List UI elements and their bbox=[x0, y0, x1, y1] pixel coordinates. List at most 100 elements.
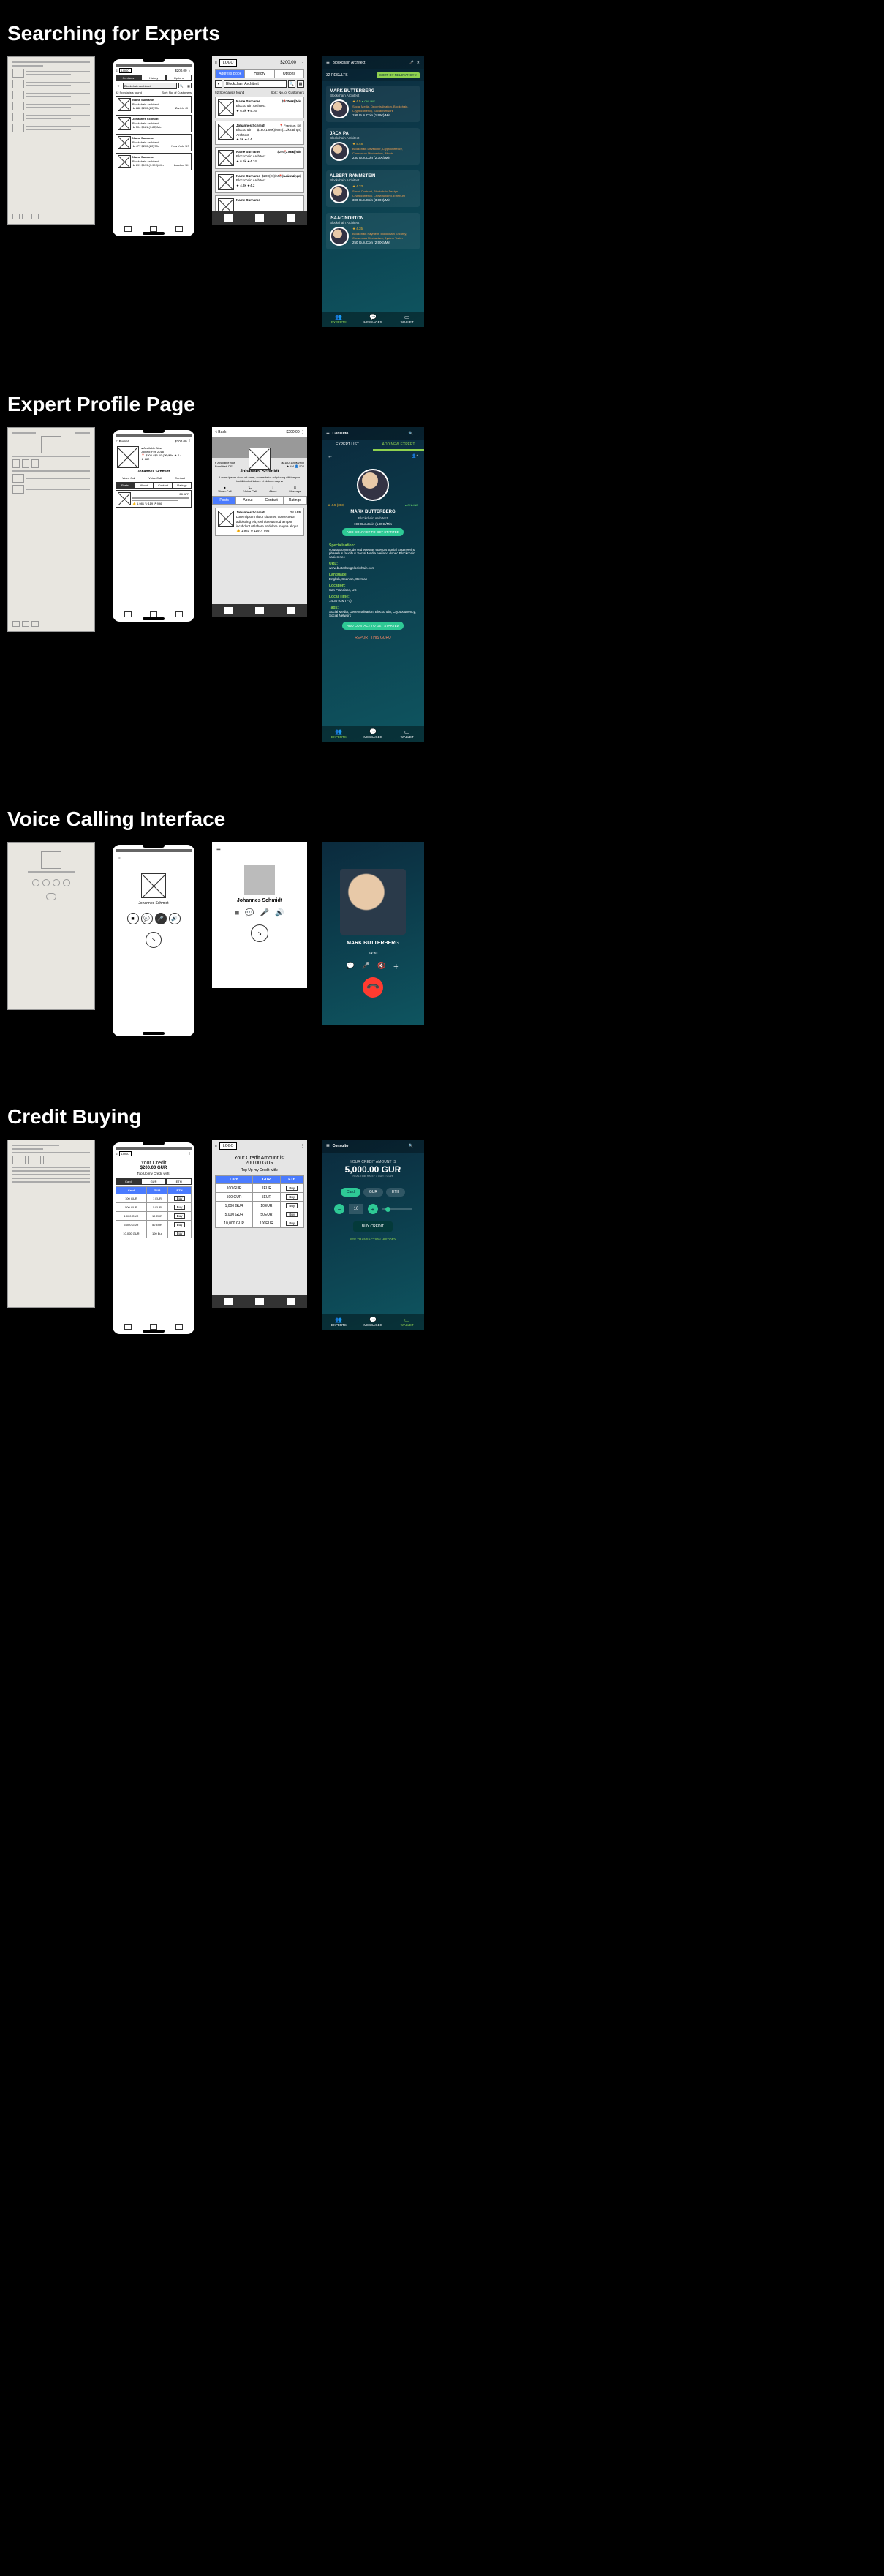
tab-contact[interactable]: Contact bbox=[154, 482, 173, 489]
menu-icon[interactable]: ≡ bbox=[326, 1143, 330, 1149]
tab-posts[interactable]: Posts bbox=[213, 497, 236, 504]
col-eth[interactable]: ETH bbox=[280, 1176, 303, 1184]
nav-chat-icon[interactable] bbox=[224, 1298, 233, 1305]
tab-card[interactable]: Card bbox=[116, 1178, 141, 1185]
menu-icon[interactable]: ≡ bbox=[116, 69, 118, 72]
expert-card[interactable]: Name Surname bbox=[215, 195, 304, 211]
video-icon[interactable]: ■ bbox=[127, 913, 139, 924]
chat-icon[interactable]: 💬 bbox=[245, 909, 254, 917]
buy-button[interactable]: Buy bbox=[174, 1222, 186, 1227]
nav-chat-icon[interactable] bbox=[124, 226, 132, 232]
tab-about[interactable]: About bbox=[236, 497, 260, 504]
increment-button[interactable]: + bbox=[368, 1204, 378, 1214]
tab-addressbook[interactable]: Address Book bbox=[216, 70, 245, 78]
mute-icon[interactable]: 🎤 bbox=[362, 962, 370, 971]
filter-icon[interactable]: ▼ bbox=[116, 83, 121, 88]
expert-card[interactable]: Name Surname $200(2€)/Min Blockchain Arc… bbox=[215, 97, 304, 118]
nav-chat-icon[interactable] bbox=[124, 1324, 132, 1330]
chat-icon[interactable]: 💬 bbox=[141, 913, 153, 924]
message-button[interactable]: ✉Message bbox=[289, 486, 301, 493]
tab-expert-list[interactable]: EXPERT LIST bbox=[322, 440, 373, 451]
mute-icon[interactable]: 🎤 bbox=[260, 909, 269, 917]
sort-dropdown[interactable]: SORT BY RELEVANCY ▾ bbox=[377, 72, 420, 78]
video-call-button[interactable]: Video Call bbox=[122, 476, 135, 480]
chat-icon[interactable]: 💬 bbox=[347, 962, 355, 971]
kebab-icon[interactable]: ⋮ bbox=[189, 439, 192, 443]
buy-button[interactable]: Buy bbox=[174, 1231, 186, 1236]
voice-call-button[interactable]: Voice Call bbox=[148, 476, 162, 480]
expert-card[interactable]: JACK PA Blockchain Architect ★ 4.48 Bloc… bbox=[326, 128, 420, 165]
search-icon[interactable]: 🔍 bbox=[288, 80, 295, 88]
hangup-button[interactable]: ↘ bbox=[146, 932, 162, 948]
expert-card[interactable]: Name Surname Blockchain Architect ★ 477 … bbox=[116, 134, 192, 151]
col-gur[interactable]: GUR bbox=[146, 1187, 167, 1194]
nav-list-icon[interactable] bbox=[255, 1298, 264, 1305]
add-contact-button[interactable]: ADD CONTACT TO GET STARTED bbox=[342, 528, 404, 536]
nav-wallet[interactable]: ▭WALLET bbox=[390, 726, 424, 742]
nav-card-icon[interactable] bbox=[287, 214, 295, 222]
tab-eth[interactable]: ETH bbox=[166, 1178, 192, 1185]
buy-button[interactable]: Buy bbox=[286, 1212, 298, 1217]
hangup-button[interactable]: ↘ bbox=[251, 924, 268, 942]
menu-icon[interactable]: ≡ bbox=[118, 856, 121, 860]
menu-icon[interactable]: ≡ bbox=[215, 61, 217, 65]
tab-card[interactable]: Card bbox=[341, 1188, 360, 1197]
expert-card[interactable]: Name Surname Blockchain Architect ★ 882 … bbox=[116, 96, 192, 113]
col-card[interactable]: Card bbox=[216, 1176, 253, 1184]
nav-list-icon[interactable] bbox=[255, 214, 264, 222]
search-icon[interactable]: 🔍 bbox=[409, 1144, 413, 1148]
tab-add-expert[interactable]: ADD NEW EXPERT bbox=[373, 440, 424, 451]
buy-button[interactable]: Buy bbox=[174, 1196, 186, 1201]
search-icon[interactable]: 🔍 bbox=[409, 432, 413, 436]
menu-icon[interactable]: ≡ bbox=[326, 431, 330, 437]
nav-list-icon[interactable] bbox=[150, 1324, 157, 1330]
grid-icon[interactable]: ▦ bbox=[186, 83, 192, 88]
nav-messages[interactable]: 💬MESSAGES bbox=[356, 1314, 390, 1330]
nav-card-icon[interactable] bbox=[287, 607, 295, 614]
decrement-button[interactable]: − bbox=[334, 1204, 344, 1214]
back-button[interactable]: ← bbox=[328, 454, 333, 459]
buy-button[interactable]: Buy bbox=[174, 1213, 186, 1219]
nav-list-icon[interactable] bbox=[150, 226, 157, 232]
tab-eth[interactable]: ETH bbox=[386, 1188, 405, 1197]
tab-options[interactable]: Options bbox=[275, 70, 303, 78]
menu-icon[interactable]: ≡ bbox=[216, 846, 221, 854]
kebab-icon[interactable]: ⋮ bbox=[301, 61, 304, 65]
nav-chat-icon[interactable] bbox=[224, 214, 233, 222]
col-eth[interactable]: ETH bbox=[168, 1187, 192, 1194]
sort-label[interactable]: Sort: No. of Customers bbox=[271, 91, 304, 94]
mic-icon[interactable]: 🎤 bbox=[409, 61, 414, 65]
speaker-icon[interactable]: 🔊 bbox=[169, 913, 181, 924]
about-button[interactable]: ℹAbout bbox=[269, 486, 276, 493]
add-contact-button-bottom[interactable]: ADD CONTACT TO GET STARTED bbox=[342, 622, 404, 630]
kebab-icon[interactable]: ⋮ bbox=[189, 69, 192, 73]
tab-ratings[interactable]: Ratings bbox=[284, 497, 306, 504]
nav-wallet[interactable]: ▭WALLET bbox=[390, 312, 424, 327]
nav-wallet[interactable]: ▭WALLET bbox=[390, 1314, 424, 1330]
tab-history[interactable]: History bbox=[141, 75, 167, 81]
nav-messages[interactable]: 💬MESSAGES bbox=[356, 726, 390, 742]
tab-about[interactable]: About bbox=[135, 482, 154, 489]
tab-gur[interactable]: GUR bbox=[141, 1178, 167, 1185]
mute-icon[interactable]: 🎤 bbox=[155, 913, 167, 924]
menu-icon[interactable]: ≡ bbox=[215, 1144, 217, 1148]
tab-gur[interactable]: GUR bbox=[363, 1188, 383, 1197]
search-input[interactable]: Blockchain Architect bbox=[123, 83, 177, 89]
nav-card-icon[interactable] bbox=[175, 1324, 183, 1330]
transaction-history-link[interactable]: SEE TRANSACTION HISTORY bbox=[322, 1235, 424, 1244]
buy-button[interactable]: Buy bbox=[286, 1194, 298, 1200]
kebab-icon[interactable]: ⋮ bbox=[189, 1152, 192, 1156]
back-button[interactable]: < bbox=[116, 440, 118, 443]
hangup-button[interactable]: 📞 bbox=[358, 973, 388, 1002]
nav-experts[interactable]: 👥EXPERTS bbox=[322, 726, 356, 742]
add-icon[interactable]: ＋ bbox=[393, 962, 399, 971]
buy-button[interactable]: Buy bbox=[286, 1221, 298, 1226]
nav-chat-icon[interactable] bbox=[224, 607, 233, 614]
expert-card[interactable]: ALBERT RAMMSTEIN Blockchain Architect ★ … bbox=[326, 170, 420, 207]
tab-options[interactable]: Options bbox=[166, 75, 192, 81]
menu-icon[interactable]: ≡ bbox=[116, 1152, 118, 1156]
speaker-icon[interactable]: 🔇 bbox=[377, 962, 385, 971]
search-input[interactable]: Blockchain Architect bbox=[224, 80, 287, 88]
nav-messages[interactable]: 💬MESSAGES bbox=[356, 312, 390, 327]
kebab-icon[interactable]: ⋮ bbox=[301, 1144, 304, 1148]
